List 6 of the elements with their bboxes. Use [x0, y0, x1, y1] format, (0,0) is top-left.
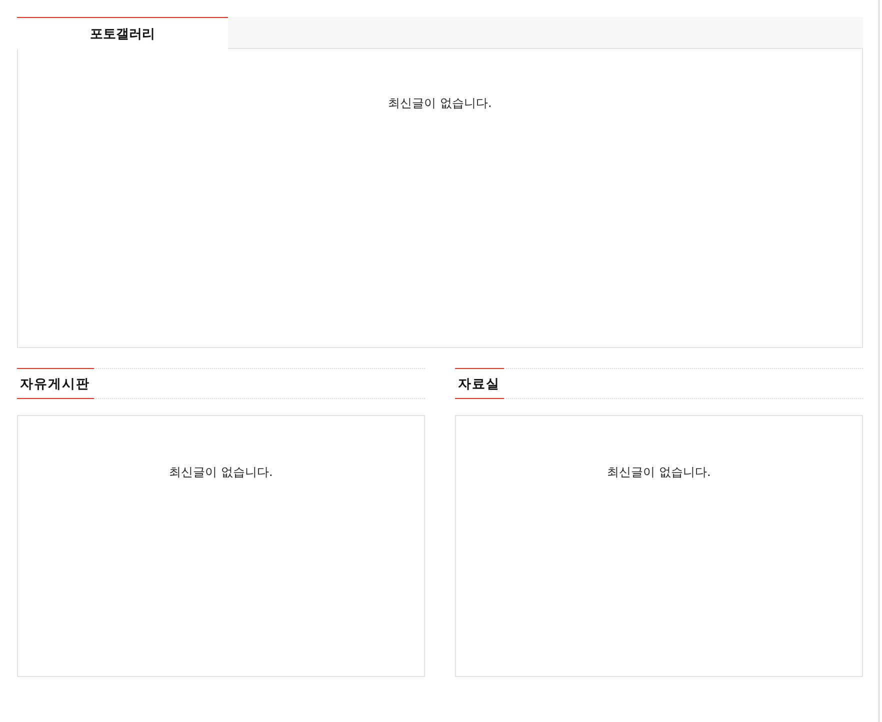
empty-message: 최신글이 없습니다.	[607, 464, 711, 481]
board-title[interactable]: 자유게시판	[17, 368, 94, 399]
empty-message: 최신글이 없습니다.	[169, 464, 273, 481]
empty-message: 최신글이 없습니다.	[388, 95, 492, 112]
board-title[interactable]: 자료실	[455, 368, 504, 399]
gallery-tab[interactable]: 포토갤러리	[17, 17, 228, 49]
